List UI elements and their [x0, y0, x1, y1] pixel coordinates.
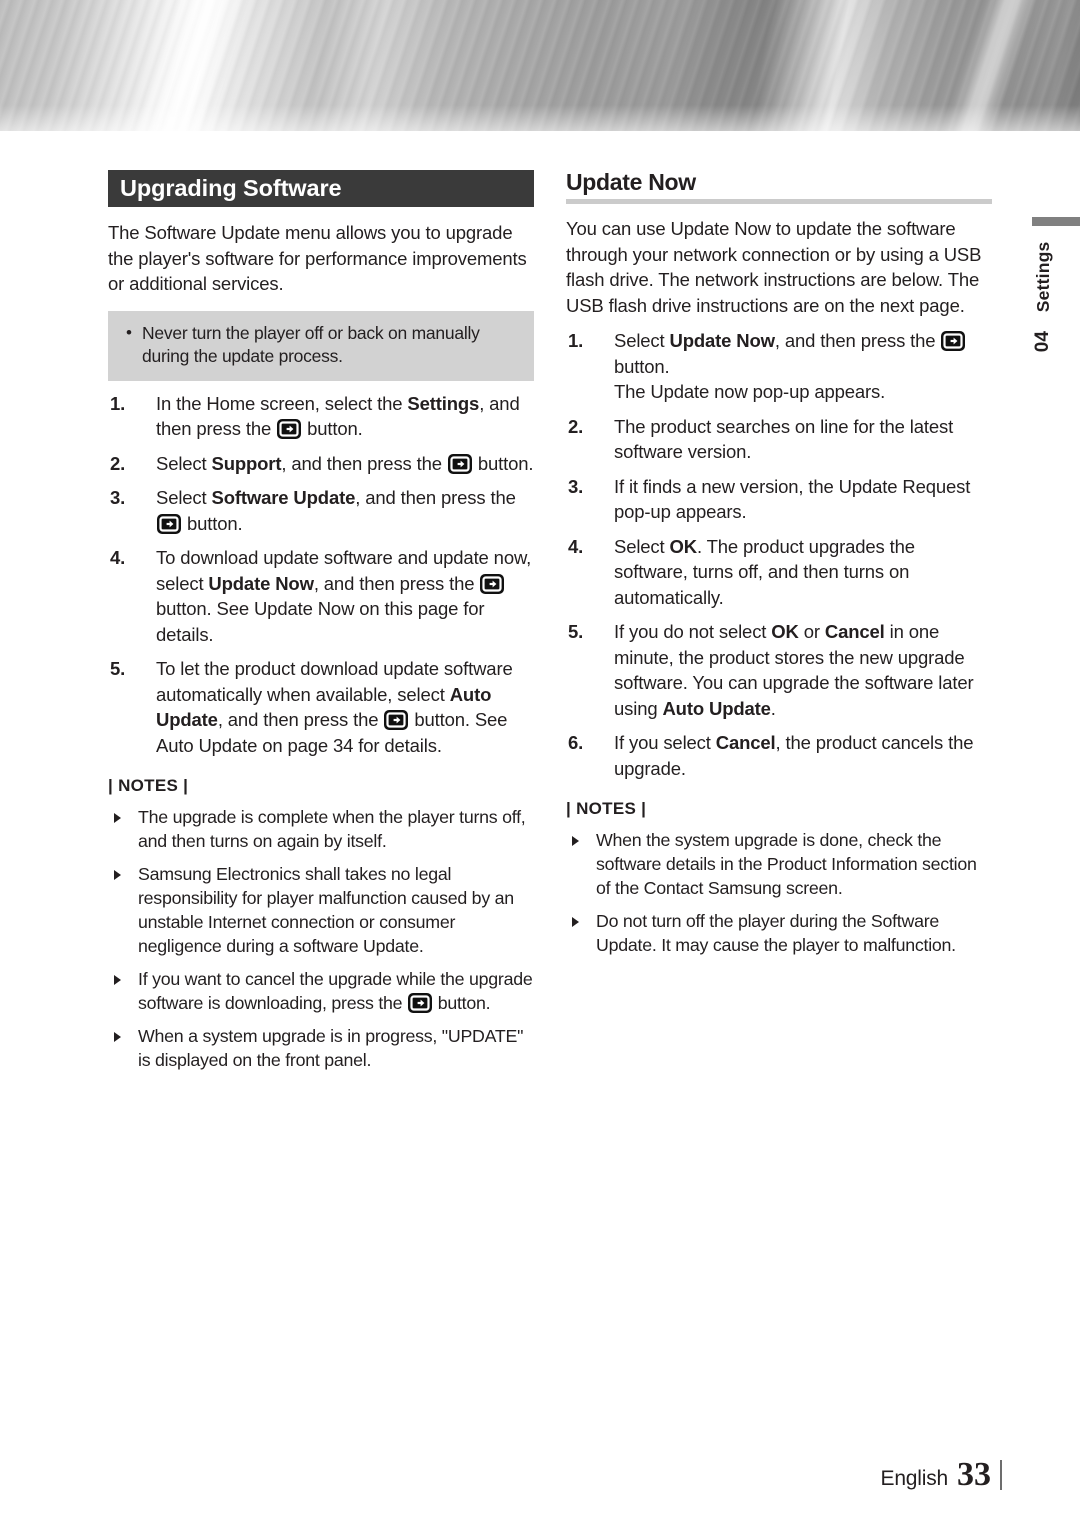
step-text: If you do not select OK or Cancel in one… [614, 621, 974, 719]
banner-bottom-fade [0, 105, 1080, 131]
step-number: 1. [110, 392, 126, 414]
steps-list-upgrading: 1. In the Home screen, select the Setting… [108, 391, 534, 759]
step-subline: The Update now pop-up appears. [614, 381, 886, 403]
step-number: 2. [110, 452, 126, 474]
emphasis-text: Auto Update [156, 683, 492, 731]
chapter-side-tab: 04 Settings [1032, 217, 1080, 357]
intro-paragraph: The Software Update menu allows you to u… [108, 222, 527, 294]
left-column: Upgrading Software The Software Update m… [108, 170, 534, 1081]
step-number: 5. [568, 621, 584, 643]
step-number: 4. [568, 535, 584, 557]
emphasis-text: OK [771, 621, 799, 643]
section-title: Upgrading Software [120, 175, 342, 201]
footer-rule [1000, 1460, 1002, 1490]
emphasis-text: Software Update [211, 487, 356, 508]
step-item: 5. If you do not select OK or Cancel in o… [566, 619, 992, 721]
step-item: 3. Select Software Update, and then press… [108, 485, 534, 536]
subsection-title: Update Now [566, 169, 696, 195]
step-number: 5. [110, 658, 126, 679]
step-item: 6. If you select Cancel, the product canc… [566, 730, 992, 781]
step-text: If it finds a new version, the Update Re… [614, 475, 971, 523]
emphasis-text: Cancel [715, 732, 776, 754]
subsection-rule [566, 199, 992, 205]
note-item: Samsung Electronics shall takes no legal… [108, 862, 534, 958]
step-text: To download update software and update n… [156, 547, 532, 645]
step-number: 3. [568, 475, 584, 497]
step-number: 4. [110, 547, 126, 568]
footer-language: English [880, 1467, 949, 1490]
section-header-update-now: Update Now [566, 169, 992, 205]
caution-list: Never turn the player off or back on man… [122, 321, 520, 368]
enter-button-icon [408, 993, 432, 1013]
steps-list-update-now: 1. Select Update Now, and then press the … [566, 328, 992, 781]
note-item: The upgrade is complete when the player … [108, 805, 534, 853]
enter-button-icon [157, 513, 181, 534]
enter-button-icon [941, 331, 966, 352]
page-content: Upgrading Software The Software Update m… [0, 131, 1080, 1532]
notes-block-left: | NOTES | The upgrade is complete when t… [108, 776, 534, 1072]
step-text: Select Support, and then press the butto… [156, 452, 534, 474]
emphasis-text: Cancel [824, 621, 885, 643]
step-text: If you select Cancel, the product cancel… [614, 732, 974, 779]
metallic-banner-image [0, 0, 1080, 131]
caution-box: Never turn the player off or back on man… [108, 310, 534, 381]
notes-list: The upgrade is complete when the player … [108, 805, 534, 1072]
step-text: To let the product download update softw… [156, 658, 513, 756]
chapter-number: 04 [1032, 331, 1053, 353]
notes-title: | NOTES | [566, 799, 647, 819]
step-item: 2. The product searches on line for the l… [566, 414, 992, 465]
enter-button-icon [480, 573, 505, 594]
step-number: 6. [568, 732, 584, 754]
step-item: 1. In the Home screen, select the Setting… [108, 391, 534, 442]
step-text: In the Home screen, select the Settings,… [156, 392, 520, 439]
footer-page-number: 33 [957, 1456, 991, 1493]
step-text: Select Software Update, and then press t… [156, 487, 516, 534]
side-tab-bar [1032, 217, 1080, 226]
page-footer: English 33 [881, 1458, 1002, 1492]
emphasis-text: Update Now [208, 572, 314, 594]
step-item: 3. If it finds a new version, the Update … [566, 474, 992, 525]
side-tab-rotated-group: 04 Settings [1032, 242, 1054, 352]
step-number: 1. [568, 330, 584, 352]
emphasis-text: Auto Update [662, 697, 771, 719]
step-number: 3. [110, 487, 126, 508]
emphasis-text: Settings [407, 392, 480, 414]
enter-button-icon [384, 710, 409, 730]
step-text: Select OK. The product upgrades the soft… [614, 535, 915, 608]
step-item: 1. Select Update Now, and then press the … [566, 328, 992, 405]
step-item: 5. To let the product download update sof… [108, 656, 534, 758]
enter-button-icon [447, 453, 472, 474]
step-text: The product searches on line for the lat… [614, 415, 954, 463]
chapter-name: Settings [1033, 242, 1053, 313]
step-item: 2. Select Support, and then press the but… [108, 451, 534, 477]
right-column: Update Now You can use Update Now to upd… [566, 170, 992, 966]
side-tab-text: 04 Settings [1032, 242, 1080, 357]
step-item: 4. Select OK. The product upgrades the so… [566, 534, 992, 611]
intro-paragraph: You can use Update Now to update the sof… [566, 218, 982, 316]
note-item: If you want to cancel the upgrade while … [108, 967, 534, 1015]
note-item: When a system upgrade is in progress, "U… [108, 1024, 534, 1072]
notes-title: | NOTES | [108, 776, 189, 795]
emphasis-text: Update Now [669, 330, 776, 352]
note-item: Do not turn off the player during the So… [566, 909, 992, 957]
enter-button-icon [277, 419, 302, 439]
notes-list: When the system upgrade is done, check t… [566, 828, 992, 957]
step-text: Select Update Now, and then press the bu… [614, 330, 966, 377]
notes-block-right: | NOTES | When the system upgrade is don… [566, 799, 992, 957]
section-header-upgrading-software: Upgrading Software [108, 170, 534, 207]
step-number: 2. [568, 415, 584, 437]
emphasis-text: Support [211, 452, 282, 474]
caution-item: Never turn the player off or back on man… [122, 321, 520, 368]
note-item: When the system upgrade is done, check t… [566, 828, 992, 900]
step-item: 4. To download update software and update… [108, 545, 534, 647]
emphasis-text: OK [669, 535, 698, 557]
